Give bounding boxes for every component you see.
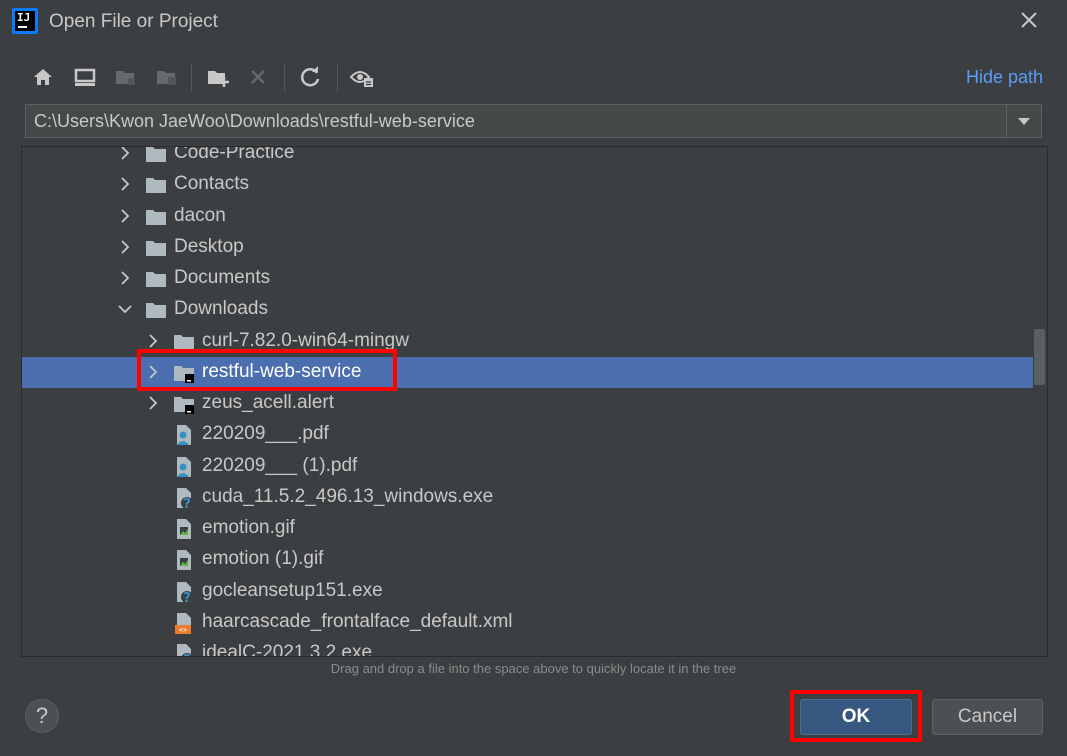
path-input[interactable] <box>26 105 1006 137</box>
path-dropdown-button[interactable] <box>1006 105 1041 137</box>
project-folder-icon <box>172 361 196 385</box>
chevron-right-icon <box>121 147 130 160</box>
tree-row[interactable]: Downloads <box>22 294 1033 325</box>
expand-toggle[interactable] <box>145 364 161 380</box>
tree-item-label: curl-7.82.0-win64-mingw <box>202 329 409 351</box>
chevron-right-icon <box>149 365 158 379</box>
tree-item-label: 220209___ (1).pdf <box>202 454 358 476</box>
home-icon[interactable] <box>30 64 56 90</box>
expand-toggle[interactable] <box>117 176 133 192</box>
tree-item-label: Downloads <box>174 298 268 320</box>
expand-toggle[interactable] <box>145 395 161 411</box>
tree-row[interactable]: Contacts <box>22 169 1033 200</box>
chevron-right-icon <box>121 177 130 191</box>
toolbar <box>0 60 1067 96</box>
tree-item-label: emotion.gif <box>202 517 295 538</box>
tree-row[interactable]: 220209___.pdf <box>22 419 1033 450</box>
svg-text:?: ? <box>183 497 191 510</box>
tree-row[interactable]: Code-Practice <box>22 146 1033 169</box>
folder-icon <box>144 173 168 197</box>
unknown-file-icon: ? <box>172 580 196 606</box>
refresh-icon[interactable] <box>297 64 323 90</box>
title-bar: IJ Open File or Project <box>0 0 1067 44</box>
tree-row-selected[interactable]: restful-web-service <box>22 356 1033 388</box>
svg-text:?: ? <box>183 591 191 604</box>
tree-item-label: zeus_acell.alert <box>202 392 335 413</box>
tree-item-label: idealC-2021.3.2.exe <box>202 642 373 657</box>
hide-path-link[interactable]: Hide path <box>966 67 1043 88</box>
image-file-icon <box>172 517 196 541</box>
close-button[interactable] <box>1014 6 1044 36</box>
folder-icon <box>172 330 196 354</box>
unknown-file-icon: ? <box>172 642 196 657</box>
dialog-title: Open File or Project <box>49 11 218 32</box>
tree-row[interactable]: ? cuda_11.5.2_496.13_windows.exe <box>22 482 1033 513</box>
unknown-file-icon: ? <box>172 486 196 512</box>
cancel-button[interactable]: Cancel <box>932 699 1043 735</box>
tree-row[interactable]: Documents <box>22 263 1033 294</box>
pdf-file-icon <box>172 455 196 479</box>
folder-icon <box>144 267 168 291</box>
close-icon <box>1021 12 1037 28</box>
intellij-logo-icon: IJ <box>12 8 38 34</box>
chevron-down-icon <box>118 305 132 314</box>
tree-row[interactable]: emotion (1).gif <box>22 544 1033 575</box>
show-hidden-icon[interactable] <box>349 64 375 90</box>
file-tree[interactable]: Code-Practice Contacts dacon Desktop Documen… <box>21 146 1048 657</box>
tree-item-label: 220209___.pdf <box>202 423 329 445</box>
pdf-file-icon <box>172 423 196 447</box>
module-icon <box>154 64 180 90</box>
tree-item-label: dacon <box>174 204 226 226</box>
expand-toggle[interactable] <box>117 270 133 286</box>
tree-row[interactable]: emotion.gif <box>22 513 1033 544</box>
tree-row[interactable]: 220209___ (1).pdf <box>22 451 1033 482</box>
folder-icon <box>144 236 168 260</box>
ok-button[interactable]: OK <box>800 699 912 735</box>
tree-item-label: Contacts <box>174 173 249 195</box>
tree-item-label: gocleansetup151.exe <box>202 579 383 601</box>
tree-item-label: Code-Practice <box>174 146 295 163</box>
help-button[interactable]: ? <box>25 699 59 733</box>
project-folder-icon <box>172 392 196 416</box>
chevron-right-icon <box>121 208 130 223</box>
tree-item-label: haarcascade_frontalface_default.xml <box>202 610 513 632</box>
chevron-right-icon <box>149 396 158 410</box>
tree-item-label: emotion (1).gif <box>202 548 324 570</box>
tree-row[interactable]: ? idealC-2021.3.2.exe <box>22 638 1033 657</box>
xml-file-icon: <> <box>172 611 196 635</box>
tree-item-label: cuda_11.5.2_496.13_windows.exe <box>202 485 494 507</box>
tree-row[interactable]: ? gocleansetup151.exe <box>22 576 1033 607</box>
folder-icon <box>144 298 168 322</box>
tree-item-label: restful-web-service <box>202 360 362 382</box>
chevron-right-icon <box>149 333 158 348</box>
logo-text: IJ <box>17 11 31 24</box>
folder-icon <box>144 147 168 166</box>
svg-text:<>: <> <box>179 626 187 634</box>
drag-drop-hint: Drag and drop a file into the space abov… <box>330 661 737 676</box>
tree-row[interactable]: Desktop <box>22 232 1033 263</box>
chevron-right-icon <box>121 271 130 285</box>
tree-scrollbar[interactable] <box>1034 329 1045 385</box>
expand-toggle[interactable] <box>117 239 133 255</box>
tree-item-label: Documents <box>174 267 271 288</box>
desktop-icon[interactable] <box>72 64 98 90</box>
tree-row[interactable]: curl-7.82.0-win64-mingw <box>22 326 1033 357</box>
chevron-right-icon <box>121 240 130 254</box>
new-folder-icon[interactable] <box>205 64 231 90</box>
chevron-down-icon <box>1018 118 1030 125</box>
expand-toggle[interactable] <box>117 147 133 161</box>
tree-item-label: Desktop <box>174 235 244 257</box>
project-icon <box>113 64 139 90</box>
expand-toggle[interactable] <box>117 301 133 317</box>
path-combobox[interactable] <box>25 104 1042 138</box>
expand-toggle[interactable] <box>117 208 133 224</box>
expand-toggle[interactable] <box>145 333 161 349</box>
tree-row[interactable]: <> haarcascade_frontalface_default.xml <box>22 607 1033 638</box>
svg-text:?: ? <box>183 653 191 657</box>
delete-icon <box>245 64 271 90</box>
image-file-icon <box>172 548 196 572</box>
folder-icon <box>144 205 168 229</box>
tree-row[interactable]: dacon <box>22 201 1033 232</box>
tree-row[interactable]: zeus_acell.alert <box>22 388 1033 419</box>
